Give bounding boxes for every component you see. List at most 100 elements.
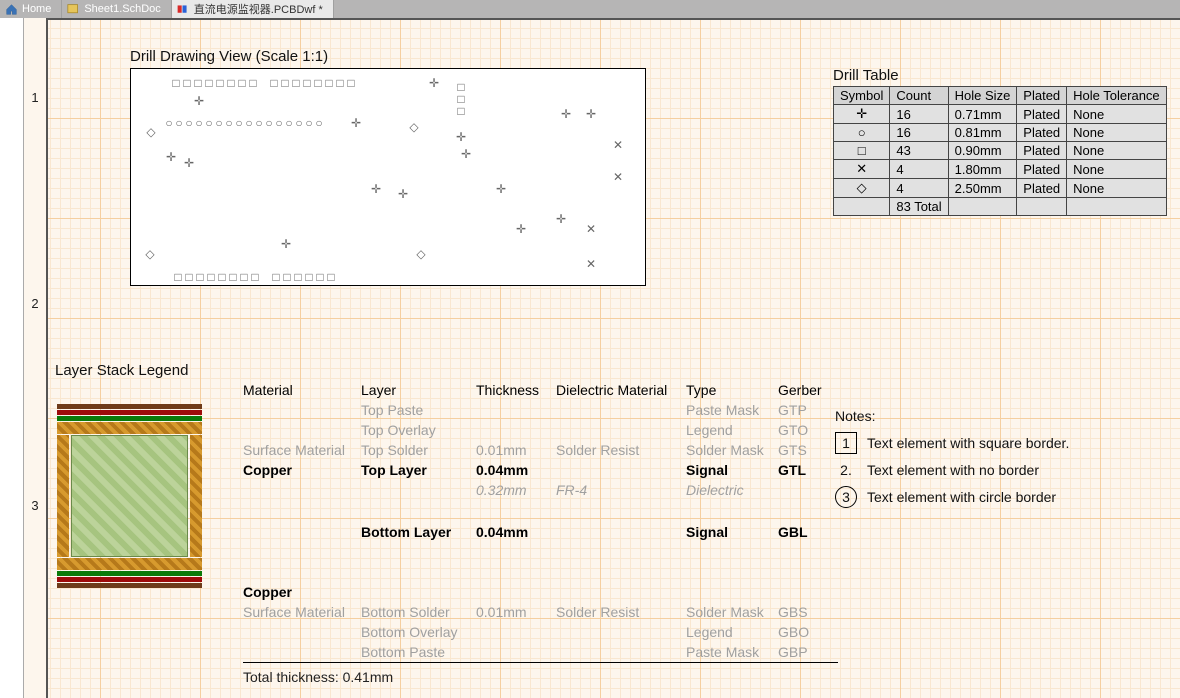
drill-symbol: ✕ — [586, 222, 596, 236]
note-text: Text element with square border. — [867, 435, 1069, 451]
layer-top-copper — [57, 422, 202, 434]
drill-symbol: ○ — [255, 116, 262, 130]
drill-symbol: □ — [270, 76, 277, 90]
drill-symbol: □ — [457, 104, 464, 118]
layer-bottom-overlay — [57, 577, 202, 582]
drill-symbol: ○ — [245, 116, 252, 130]
total-thickness: Total thickness: 0.41mm — [243, 663, 838, 688]
drill-symbol: □ — [327, 270, 334, 284]
layer-top-solder — [57, 416, 202, 421]
drill-table: SymbolCountHole SizePlatedHole Tolerance… — [833, 86, 1167, 216]
tab-bar: Home Sheet1.SchDoc 直流电源监视器.PCBDwf * — [0, 0, 1180, 18]
drill-symbol: ✛ — [516, 222, 526, 236]
drill-symbol: □ — [196, 270, 203, 284]
drill-symbol: □ — [336, 76, 343, 90]
drill-symbol: ✛ — [184, 156, 194, 170]
layer-top-overlay — [57, 410, 202, 415]
layer-bottom-paste — [57, 583, 202, 588]
table-row: □430.90mmPlatedNone — [834, 142, 1167, 160]
drill-table-title: Drill Table — [833, 67, 899, 84]
note-text: Text element with circle border — [867, 489, 1056, 505]
drill-symbol: □ — [218, 270, 225, 284]
drill-symbol: ○ — [225, 116, 232, 130]
drill-symbol: ✛ — [351, 116, 361, 130]
table-row: Top PastePaste MaskGTP — [243, 400, 838, 420]
ruler-mark: 2 — [24, 296, 46, 311]
table-row: ✛160.71mmPlatedNone — [834, 105, 1167, 124]
tab-label: Sheet1.SchDoc — [84, 3, 160, 15]
drill-symbol: ○ — [175, 116, 182, 130]
table-header: Thickness — [476, 380, 556, 400]
table-header: Hole Size — [948, 87, 1017, 105]
drill-symbol: □ — [227, 76, 234, 90]
home-icon — [4, 2, 18, 16]
tab-pcbdwf[interactable]: 直流电源监视器.PCBDwf * — [172, 0, 334, 18]
drill-symbol: ○ — [315, 116, 322, 130]
top-border — [48, 18, 1180, 20]
drill-symbol: ✛ — [166, 150, 176, 164]
table-header: Plated — [1017, 87, 1067, 105]
drill-symbol: □ — [205, 76, 212, 90]
drill-symbol: ✛ — [398, 187, 408, 201]
drill-symbol: ◇ — [416, 247, 425, 261]
table-header: Count — [890, 87, 948, 105]
drill-symbol: □ — [207, 270, 214, 284]
drill-drawing-title: Drill Drawing View (Scale 1:1) — [130, 48, 328, 65]
drill-symbol: ✛ — [194, 94, 204, 108]
table-header: Material — [243, 380, 361, 400]
drill-symbol: □ — [347, 76, 354, 90]
table-total-row: 83 Total — [834, 198, 1167, 216]
drill-symbol: ✛ — [429, 76, 439, 90]
layer-top-paste — [57, 404, 202, 409]
table-row: CopperTop Layer0.04mmSignalGTL — [243, 460, 838, 480]
drill-symbol: ◇ — [145, 247, 154, 261]
table-row: Top OverlayLegendGTO — [243, 420, 838, 440]
table-header: Type — [686, 380, 778, 400]
note-item: 3 Text element with circle border — [835, 486, 1069, 508]
table-row: Bottom PastePaste MaskGBP — [243, 642, 838, 663]
table-header: Symbol — [834, 87, 890, 105]
drill-symbol: □ — [240, 270, 247, 284]
note-item: 1Text element with square border. — [835, 432, 1069, 454]
pcb-icon — [176, 2, 190, 16]
drill-drawing-view[interactable]: □□□□□□□□□□□□□□□□✛□□□✛◇○○○○○○○○○○○○○○○○✛◇… — [130, 68, 646, 286]
schdoc-icon — [66, 2, 80, 16]
table-row: ◇42.50mmPlatedNone — [834, 179, 1167, 198]
drill-symbol: □ — [314, 76, 321, 90]
tab-sheet1[interactable]: Sheet1.SchDoc — [62, 0, 171, 18]
note-bullet: 3 — [835, 486, 857, 508]
table-row: ✕41.80mmPlatedNone — [834, 160, 1167, 179]
drill-symbol: ◇ — [146, 125, 155, 139]
drill-symbol: ✕ — [613, 170, 623, 184]
drill-symbol: □ — [316, 270, 323, 284]
drill-symbol: ○ — [165, 116, 172, 130]
notes-title: Notes: — [835, 408, 1069, 424]
drill-symbol: ✕ — [586, 257, 596, 271]
drill-symbol: □ — [251, 270, 258, 284]
table-header: Layer — [361, 380, 476, 400]
table-row: Surface MaterialBottom Solder0.01mmSolde… — [243, 602, 838, 622]
layer-stack-graphic — [57, 403, 202, 589]
vertical-ruler: 1 2 3 — [24, 18, 48, 698]
drill-symbol: □ — [305, 270, 312, 284]
drill-symbol: ✛ — [586, 107, 596, 121]
left-gutter — [0, 18, 24, 698]
tab-home[interactable]: Home — [0, 0, 62, 18]
drill-symbol: ○ — [275, 116, 282, 130]
drill-symbol: ○ — [305, 116, 312, 130]
drill-symbol: ✛ — [561, 107, 571, 121]
drill-symbol: ○ — [265, 116, 272, 130]
drill-symbol: □ — [292, 76, 299, 90]
drill-symbol: □ — [194, 76, 201, 90]
drill-symbol: □ — [272, 270, 279, 284]
tab-label: 直流电源监视器.PCBDwf * — [194, 1, 323, 17]
drill-symbol: ○ — [195, 116, 202, 130]
drill-symbol: □ — [172, 76, 179, 90]
workspace[interactable]: 1 2 3 Drill Drawing View (Scale 1:1) □ □ □… — [0, 18, 1180, 698]
drill-symbol: □ — [183, 76, 190, 90]
drill-symbol: □ — [325, 76, 332, 90]
drill-symbol: □ — [249, 76, 256, 90]
ruler-mark: 3 — [24, 498, 46, 513]
table-header: Dielectric Material — [556, 380, 686, 400]
drill-symbol: □ — [185, 270, 192, 284]
